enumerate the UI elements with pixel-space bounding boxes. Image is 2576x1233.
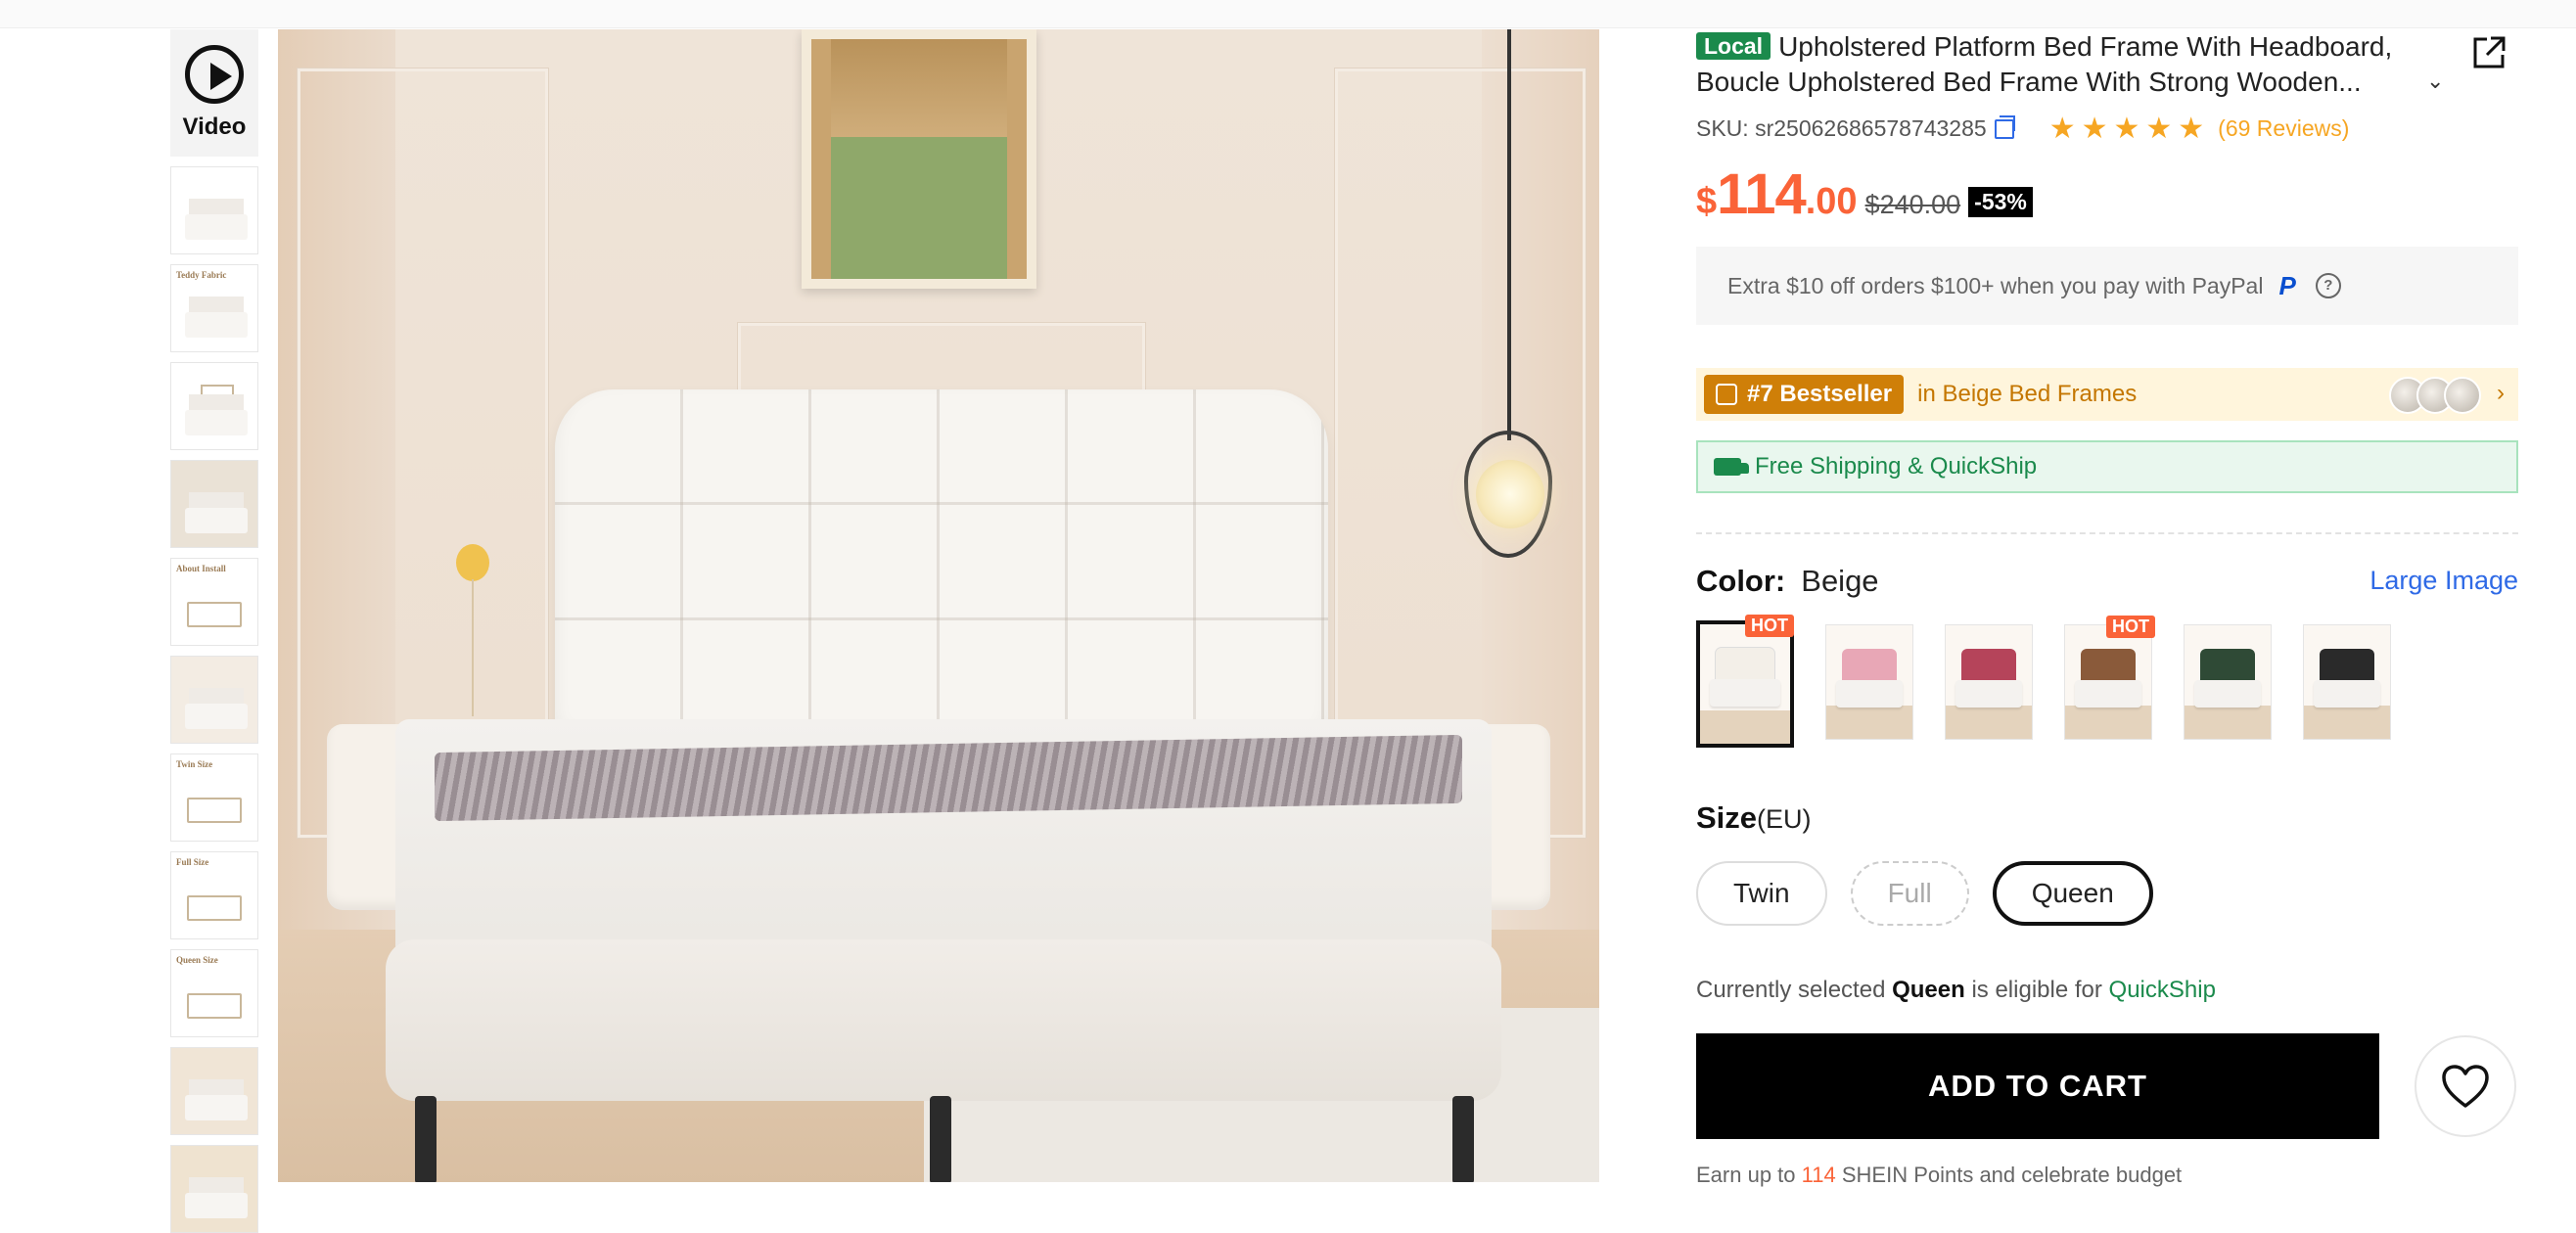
thumbnail-image[interactable]	[170, 362, 258, 450]
thumbnail-image[interactable]	[170, 460, 258, 548]
paypal-promo[interactable]: Extra $10 off orders $100+ when you pay …	[1696, 247, 2518, 325]
product-info-panel: Local Upholstered Platform Bed Frame With…	[1696, 29, 2518, 1188]
rating-stars: ★★★★★	[2048, 113, 2211, 145]
original-price: $240.00	[1864, 190, 1961, 219]
bestseller-category: in Beige Bed Frames	[1917, 381, 2138, 407]
thumbnail-image[interactable]: Full Size	[170, 851, 258, 939]
thumbnail-image[interactable]	[170, 1145, 258, 1233]
discount-badge: -53%	[1968, 187, 2033, 217]
swatch-beige[interactable]: HOT	[1696, 615, 1794, 748]
local-badge: Local	[1696, 32, 1771, 60]
price: $ 114 .00 $240.00 -53%	[1696, 161, 2518, 227]
swatch-pink[interactable]	[1825, 624, 1913, 740]
color-label: Color:	[1696, 564, 1786, 598]
play-icon	[185, 45, 244, 104]
help-icon[interactable]: ?	[2315, 273, 2341, 298]
bestseller-icon	[1716, 384, 1737, 405]
thumbnail-image[interactable]: About Install	[170, 558, 258, 646]
thumbnail-image[interactable]	[170, 166, 258, 254]
heart-icon	[2442, 1065, 2489, 1108]
product-title: Local Upholstered Platform Bed Frame With…	[1696, 31, 2393, 97]
wishlist-button[interactable]	[2415, 1035, 2516, 1137]
chevron-right-icon: ›	[2497, 380, 2505, 406]
bestseller-banner[interactable]: #7 Bestseller in Beige Bed Frames ›	[1696, 368, 2518, 421]
thumbnail-image[interactable]	[170, 1047, 258, 1135]
size-label: Size	[1696, 800, 1758, 835]
swatch-brown[interactable]: HOT	[2064, 616, 2155, 740]
color-swatches: HOT HOT	[1696, 615, 2518, 748]
sku-text: SKU: sr25062686578743285	[1696, 115, 1987, 141]
truck-icon	[1714, 458, 1749, 476]
thumbnail-image[interactable]: Queen Size	[170, 949, 258, 1037]
thumbnail-image[interactable]	[170, 656, 258, 744]
points-info: Earn up to 114 SHEIN Points and celebrat…	[1696, 1163, 2183, 1187]
size-unit: (EU)	[1757, 804, 1812, 834]
copy-icon[interactable]	[1994, 114, 2015, 139]
size-options: Twin Full Queen	[1696, 861, 2518, 926]
add-to-cart-button[interactable]: ADD TO CART	[1696, 1033, 2379, 1139]
top-bar	[0, 0, 2576, 28]
video-thumbnail[interactable]: Video	[170, 29, 258, 157]
shipping-banner: Free Shipping & QuickShip	[1696, 440, 2518, 493]
swatch-red[interactable]	[1945, 624, 2033, 740]
thumbnail-image[interactable]: Twin Size	[170, 754, 258, 842]
swatch-black[interactable]	[2303, 624, 2391, 740]
wall-painting	[802, 29, 1036, 289]
reviews-link[interactable]: (69 Reviews)	[2218, 115, 2349, 142]
size-queen-button[interactable]: Queen	[1992, 861, 2153, 926]
bed-headboard	[555, 389, 1328, 742]
thumbnail-image[interactable]: Teddy Fabric	[170, 264, 258, 352]
divider	[1696, 532, 2518, 534]
chevron-down-icon[interactable]: ⌄	[2426, 68, 2444, 94]
size-twin-button[interactable]: Twin	[1696, 861, 1827, 926]
thumbnail-column: Video Teddy Fabric About Install Twin Si…	[170, 29, 258, 1233]
swatch-green[interactable]	[2184, 624, 2272, 740]
share-external-icon[interactable]	[2471, 35, 2507, 70]
bestseller-thumbs	[2389, 377, 2481, 414]
paypal-icon: P	[2278, 270, 2296, 300]
main-product-image[interactable]	[278, 29, 1599, 1182]
video-label: Video	[182, 114, 247, 140]
bestseller-badge: #7 Bestseller	[1704, 375, 1905, 414]
large-image-link[interactable]: Large Image	[2369, 566, 2518, 596]
color-value: Beige	[1801, 564, 1879, 598]
quickship-eligibility: Currently selected Queen is eligible for…	[1696, 977, 2216, 1003]
size-full-button[interactable]: Full	[1850, 861, 1969, 926]
